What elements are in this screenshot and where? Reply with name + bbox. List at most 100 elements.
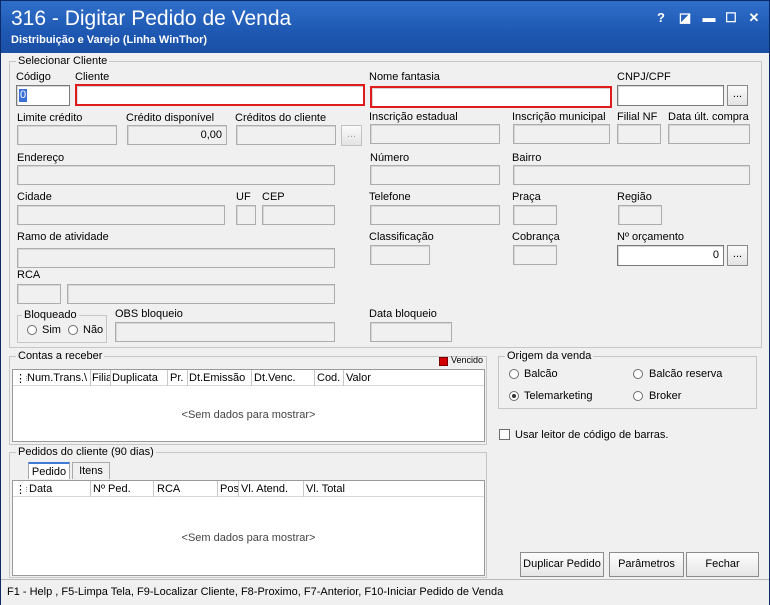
origem-venda-label: Origem da venda: [505, 350, 594, 362]
inscricao-estadual-label: Inscrição estadual: [369, 111, 458, 123]
cnpj-input[interactable]: [617, 85, 724, 106]
col-vl-atend[interactable]: Vl. Atend.: [241, 483, 303, 495]
col-rca[interactable]: RCA: [157, 483, 215, 495]
contas-receber-grid[interactable]: ⋮≡ Num.Trans.\ Filia Duplicata Pr. Dt.Em…: [12, 369, 485, 442]
origem-balcao-reserva-radio[interactable]: [633, 369, 643, 379]
origem-balcao-reserva-label: Balcão reserva: [649, 368, 723, 380]
ramo-atividade-field: [17, 248, 335, 268]
cidade-label: Cidade: [17, 191, 52, 203]
bloqueado-label: Bloqueado: [22, 309, 79, 321]
restore-layout-icon[interactable]: ◪: [676, 9, 694, 27]
window: 316 - Digitar Pedido de Venda Distribuiç…: [0, 0, 770, 605]
endereco-label: Endereço: [17, 152, 65, 164]
bairro-label: Bairro: [512, 152, 542, 164]
contas-grid-header: ⋮≡ Num.Trans.\ Filia Duplicata Pr. Dt.Em…: [13, 370, 484, 386]
cnpj-label: CNPJ/CPF: [617, 71, 671, 83]
grid-menu-icon[interactable]: ⋮≡: [15, 483, 27, 496]
parametros-button[interactable]: Parâmetros: [609, 552, 684, 577]
codigo-input[interactable]: 0: [16, 85, 70, 106]
bloqueado-nao-radio[interactable]: [68, 325, 78, 335]
bloqueado-sim-radio[interactable]: [27, 325, 37, 335]
classificacao-field: [370, 245, 430, 265]
origem-balcao-radio[interactable]: [509, 369, 519, 379]
credito-disponivel-value: 0,00: [200, 129, 222, 141]
title-bar: 316 - Digitar Pedido de Venda Distribuiç…: [1, 1, 769, 53]
data-ult-compra-label: Data últ. compra: [668, 111, 749, 123]
filial-nf-field: [617, 124, 661, 144]
creditos-cliente-label: Créditos do cliente: [235, 112, 327, 124]
col-dt-venc[interactable]: Dt.Venc.: [254, 372, 314, 384]
col-cod[interactable]: Cod.: [317, 372, 343, 384]
col-vl-total[interactable]: Vl. Total: [306, 483, 366, 495]
origem-telemarketing-label: Telemarketing: [524, 390, 593, 402]
vencido-legend-swatch: [439, 357, 448, 366]
praca-label: Praça: [512, 191, 541, 203]
origem-telemarketing-radio[interactable]: [509, 391, 519, 401]
pedidos-empty-message: <Sem dados para mostrar>: [181, 532, 316, 544]
pedidos-cliente-label: Pedidos do cliente (90 dias): [16, 446, 156, 458]
barcode-checkbox[interactable]: [499, 429, 510, 440]
col-pos[interactable]: Pos: [220, 483, 238, 495]
uf-field: [236, 205, 256, 225]
numero-label: Número: [370, 152, 410, 164]
cnpj-search-button[interactable]: ...: [727, 85, 748, 106]
credito-disponivel-field: 0,00: [127, 125, 227, 145]
bloqueado-nao-label: Não: [83, 324, 104, 336]
obs-bloqueio-label: OBS bloqueio: [115, 308, 183, 320]
col-duplicata[interactable]: Duplicata: [112, 372, 168, 384]
cliente-input[interactable]: [75, 84, 365, 106]
codigo-value: 0: [19, 89, 28, 102]
col-num-ped[interactable]: Nº Ped.: [93, 483, 151, 495]
col-pr[interactable]: Pr.: [170, 372, 188, 384]
rca-code-field: [17, 284, 61, 304]
data-bloqueio-label: Data bloqueio: [369, 308, 437, 320]
contas-empty-message: <Sem dados para mostrar>: [181, 409, 316, 421]
status-bar: F1 - Help , F5-Limpa Tela, F9-Localizar …: [1, 579, 769, 605]
creditos-cliente-field: [236, 125, 336, 145]
obs-bloqueio-field: [115, 322, 335, 342]
fantasia-input[interactable]: [370, 86, 612, 108]
vencido-legend-label: Vencido: [451, 355, 484, 365]
help-icon[interactable]: ?: [652, 9, 670, 27]
cidade-field: [17, 205, 225, 225]
origem-broker-radio[interactable]: [633, 391, 643, 401]
inscricao-municipal-label: Inscrição municipal: [512, 111, 606, 123]
inscricao-municipal-field: [513, 124, 610, 144]
cobranca-label: Cobrança: [512, 231, 560, 243]
bloqueado-sim-label: Sim: [42, 324, 61, 336]
col-valor[interactable]: Valor: [346, 372, 386, 384]
grid-menu-icon[interactable]: ⋮≡: [15, 372, 27, 385]
window-title: 316 - Digitar Pedido de Venda: [11, 7, 292, 30]
praca-field: [513, 205, 557, 225]
creditos-cliente-button[interactable]: ...: [341, 125, 362, 146]
cobranca-field: [513, 245, 557, 265]
cep-field: [262, 205, 335, 225]
orcamento-search-button[interactable]: ...: [727, 245, 748, 266]
client-area: Selecionar Cliente Código 0 Cliente Nome…: [4, 53, 767, 580]
col-num-trans[interactable]: Num.Trans.\: [27, 372, 89, 384]
limite-field: [17, 125, 117, 145]
rca-label: RCA: [17, 269, 41, 281]
duplicar-pedido-button[interactable]: Duplicar Pedido: [520, 552, 604, 577]
fechar-button[interactable]: Fechar: [686, 552, 759, 577]
data-bloqueio-field: [370, 322, 452, 342]
tab-itens[interactable]: Itens: [72, 462, 110, 479]
origem-broker-label: Broker: [649, 390, 682, 402]
orcamento-input[interactable]: 0: [617, 245, 724, 266]
rca-name-field: [67, 284, 335, 304]
regiao-label: Região: [617, 191, 652, 203]
col-filial[interactable]: Filia: [92, 372, 110, 384]
maximize-icon[interactable]: ☐: [722, 9, 740, 27]
orcamento-value: 0: [712, 249, 719, 261]
minimize-icon[interactable]: ▬: [700, 9, 718, 27]
pedidos-grid[interactable]: ⋮≡ Data Nº Ped. RCA Pos Vl. Atend. Vl. T…: [12, 480, 485, 576]
col-dt-emissao[interactable]: Dt.Emissão: [189, 372, 251, 384]
bairro-field: [513, 165, 750, 185]
telefone-label: Telefone: [369, 191, 411, 203]
data-ult-compra-field: [668, 124, 750, 144]
col-data[interactable]: Data: [29, 483, 89, 495]
close-icon[interactable]: ✕: [745, 9, 763, 27]
classificacao-label: Classificação: [369, 231, 434, 243]
tab-pedido[interactable]: Pedido: [28, 462, 70, 479]
endereco-field: [17, 165, 335, 185]
